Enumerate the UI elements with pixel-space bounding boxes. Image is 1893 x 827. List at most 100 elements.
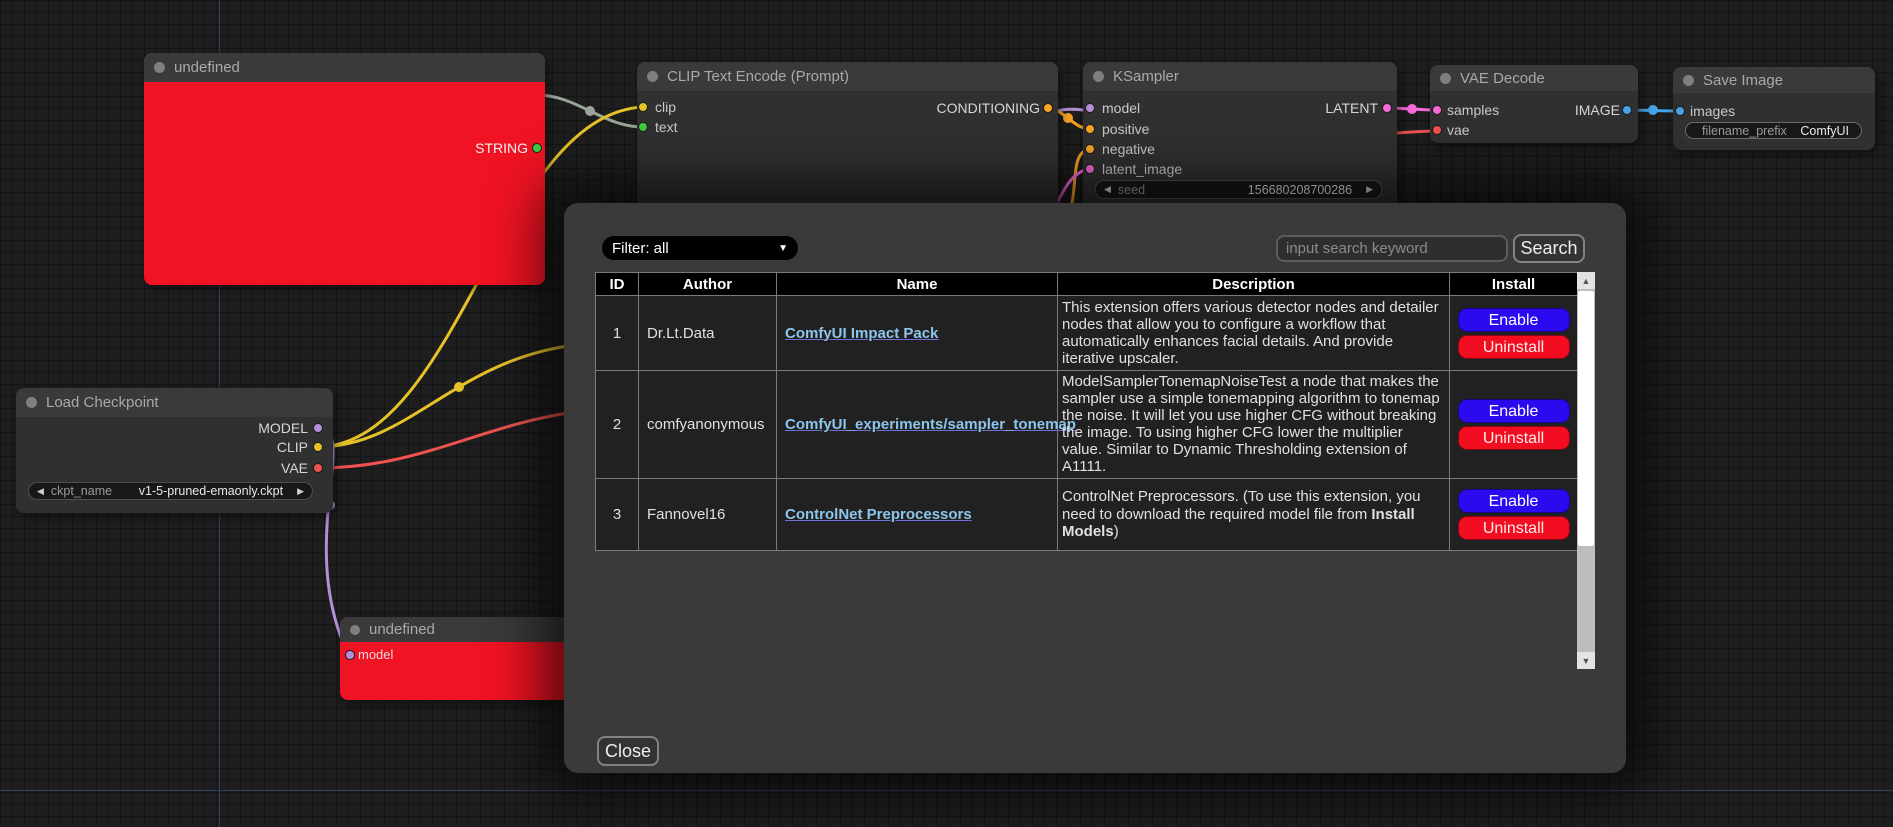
decrement-arrow-icon[interactable]: ◀	[1104, 184, 1111, 195]
input-label-text: text	[655, 119, 678, 135]
node-undefined-top: undefined STRING	[144, 53, 545, 285]
filter-select[interactable]: Filter: all ▼	[602, 236, 798, 260]
header-description: Description	[1058, 273, 1450, 296]
cell-install: Enable Uninstall	[1450, 296, 1578, 371]
wire-midpoint-dot	[1648, 105, 1658, 115]
output-slot-model[interactable]	[313, 423, 323, 433]
decrement-arrow-icon[interactable]: ◀	[37, 486, 44, 497]
node-collapse-dot[interactable]	[1683, 75, 1694, 86]
header-install: Install	[1450, 273, 1578, 296]
scroll-down-icon[interactable]: ▼	[1577, 652, 1595, 669]
node-titlebar[interactable]: undefined	[144, 53, 545, 82]
node-save-image: Save Image images filename_prefix ComfyU…	[1673, 67, 1875, 150]
wire-midpoint-dot	[585, 106, 595, 116]
input-slot-text[interactable]	[638, 122, 648, 132]
output-slot-latent[interactable]	[1382, 103, 1392, 113]
uninstall-button[interactable]: Uninstall	[1458, 335, 1570, 359]
node-undefined-bottom: undefined model	[340, 617, 590, 700]
input-label-images: images	[1690, 103, 1735, 119]
input-slot-images[interactable]	[1675, 106, 1685, 116]
extension-link[interactable]: ComfyUI_experiments/sampler_tonemap	[785, 416, 1076, 433]
input-slot-clip[interactable]	[638, 102, 648, 112]
uninstall-button[interactable]: Uninstall	[1458, 426, 1570, 450]
input-slot-model[interactable]	[1085, 103, 1095, 113]
enable-button[interactable]: Enable	[1458, 308, 1570, 332]
output-label-string: STRING	[475, 140, 528, 156]
input-label-negative: negative	[1102, 141, 1155, 157]
cell-id: 1	[596, 296, 639, 371]
cell-id: 2	[596, 371, 639, 479]
scrollbar-thumb[interactable]	[1578, 291, 1594, 546]
extensions-table: ID Author Name Description Install 1 Dr.…	[595, 272, 1578, 551]
output-slot-string[interactable]	[532, 143, 542, 153]
output-slot-image[interactable]	[1622, 105, 1632, 115]
node-collapse-dot[interactable]	[1440, 73, 1451, 84]
node-collapse-dot[interactable]	[647, 71, 658, 82]
wire-midpoint-dot	[1063, 113, 1073, 123]
output-slot-vae[interactable]	[313, 463, 323, 473]
seed-widget[interactable]: ◀ seed 156680208700286 ▶	[1095, 180, 1382, 199]
node-collapse-dot[interactable]	[350, 625, 360, 635]
header-author: Author	[639, 273, 777, 296]
extension-link[interactable]: ControlNet Preprocessors	[785, 506, 972, 523]
ckpt-name-value: v1-5-pruned-emaonly.ckpt	[139, 484, 283, 498]
output-slot-conditioning[interactable]	[1043, 103, 1053, 113]
extension-link[interactable]: ComfyUI Impact Pack	[785, 325, 938, 342]
node-title-text: Save Image	[1703, 72, 1783, 89]
table-scrollbar[interactable]: ▲ ▼	[1577, 272, 1595, 669]
wire-midpoint-dot	[454, 382, 464, 392]
wire-midpoint-dot	[1407, 104, 1417, 114]
node-titlebar[interactable]: KSampler	[1083, 62, 1397, 91]
output-label-conditioning: CONDITIONING	[937, 100, 1040, 116]
ckpt-name-label: ckpt_name	[51, 484, 112, 498]
node-titlebar[interactable]: VAE Decode	[1430, 65, 1638, 91]
enable-button[interactable]: Enable	[1458, 399, 1570, 423]
input-slot-positive[interactable]	[1085, 124, 1095, 134]
node-collapse-dot[interactable]	[26, 397, 37, 408]
input-label-latent-image: latent_image	[1102, 161, 1182, 177]
node-title-text: undefined	[369, 621, 435, 638]
ckpt-name-widget[interactable]: ◀ ckpt_name v1-5-pruned-emaonly.ckpt ▶	[28, 482, 313, 500]
node-titlebar[interactable]: Save Image	[1673, 67, 1875, 93]
table-row: 3 Fannovel16 ControlNet Preprocessors Co…	[596, 478, 1578, 550]
search-button[interactable]: Search	[1513, 234, 1585, 263]
filter-select-value: Filter: all	[612, 240, 669, 257]
cell-install: Enable Uninstall	[1450, 371, 1578, 479]
node-titlebar[interactable]: CLIP Text Encode (Prompt)	[637, 62, 1058, 91]
filename-prefix-widget[interactable]: filename_prefix ComfyUI	[1685, 122, 1862, 139]
input-label-model: model	[1102, 100, 1140, 116]
table-header-row: ID Author Name Description Install	[596, 273, 1578, 296]
input-label-vae: vae	[1447, 122, 1470, 138]
output-slot-clip[interactable]	[313, 442, 323, 452]
node-titlebar[interactable]: undefined	[340, 617, 590, 642]
node-load-checkpoint: Load Checkpoint MODEL CLIP VAE ◀ ckpt_na…	[16, 388, 333, 513]
input-slot-negative[interactable]	[1085, 144, 1095, 154]
increment-arrow-icon[interactable]: ▶	[1366, 184, 1373, 195]
uninstall-button[interactable]: Uninstall	[1458, 516, 1570, 540]
filename-prefix-label: filename_prefix	[1702, 124, 1787, 138]
scroll-up-icon[interactable]: ▲	[1577, 272, 1595, 289]
node-titlebar[interactable]: Load Checkpoint	[16, 388, 333, 417]
cell-install: Enable Uninstall	[1450, 478, 1578, 550]
input-slot-model[interactable]	[345, 650, 355, 660]
node-collapse-dot[interactable]	[1093, 71, 1104, 82]
input-slot-samples[interactable]	[1432, 105, 1442, 115]
header-name: Name	[777, 273, 1058, 296]
close-button[interactable]: Close	[597, 736, 659, 766]
cell-description: This extension offers various detector n…	[1058, 296, 1450, 371]
input-slot-vae[interactable]	[1432, 125, 1442, 135]
output-label-latent: LATENT	[1325, 100, 1378, 116]
input-label-model: model	[358, 647, 393, 663]
increment-arrow-icon[interactable]: ▶	[297, 486, 304, 497]
cell-author: Fannovel16	[639, 478, 777, 550]
cell-author: comfyanonymous	[639, 371, 777, 479]
node-title-text: KSampler	[1113, 68, 1179, 85]
node-graph-canvas[interactable]: undefined STRING CLIP Text Encode (Promp…	[0, 0, 1893, 827]
node-collapse-dot[interactable]	[154, 62, 165, 73]
cell-description: ControlNet Preprocessors. (To use this e…	[1058, 478, 1450, 550]
output-label-vae: VAE	[281, 460, 308, 476]
input-label-positive: positive	[1102, 121, 1149, 137]
enable-button[interactable]: Enable	[1458, 489, 1570, 513]
input-slot-latent-image[interactable]	[1085, 164, 1095, 174]
search-input[interactable]	[1276, 235, 1508, 262]
